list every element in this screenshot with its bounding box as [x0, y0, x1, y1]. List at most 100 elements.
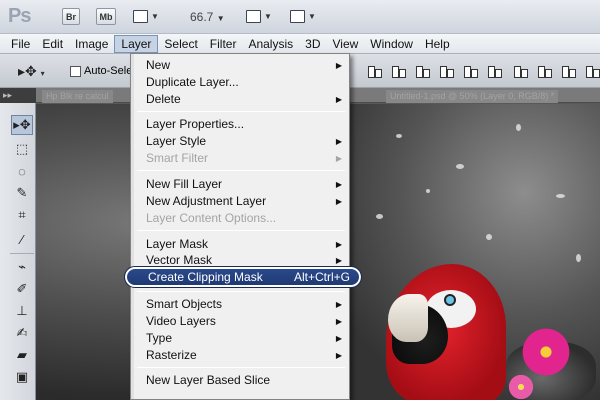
menu-item-new-fill-layer[interactable]: New Fill Layer ▶ — [134, 176, 348, 193]
submenu-arrow-icon: ▶ — [335, 197, 342, 206]
align-buttons — [366, 64, 502, 78]
photoshop-logo: Ps — [8, 5, 31, 27]
gradient-tool[interactable]: ▣ — [11, 367, 33, 387]
menu-item-create-clipping-mask[interactable]: Create Clipping Mask Alt+Ctrl+G — [124, 266, 362, 288]
distribute-center-icon[interactable] — [536, 64, 552, 78]
menu-separator — [137, 111, 345, 112]
quick-select-icon: ✎ — [16, 185, 28, 200]
layer-menu-dropdown: New ▶ Duplicate Layer... Delete ▶ Layer Pr… — [124, 53, 362, 400]
menu-separator — [137, 230, 345, 231]
film-strip-icon — [133, 10, 148, 23]
submenu-arrow-icon: ▶ — [335, 154, 342, 163]
splash-drop — [576, 254, 581, 262]
menu-help[interactable]: Help — [419, 35, 456, 53]
pink-flower-image — [518, 326, 574, 378]
chevron-down-icon: ▾ — [40, 69, 45, 78]
distribute-left-icon[interactable] — [584, 64, 600, 78]
menu-item-new[interactable]: New ▶ — [134, 57, 348, 74]
tool-preset-picker[interactable]: ▸✥ ▾ — [18, 63, 45, 80]
stamp-icon: ⊥ — [16, 303, 28, 318]
crop-icon: ⌗ — [18, 207, 26, 222]
menu-item-new-adjustment-layer[interactable]: New Adjustment Layer ▶ — [134, 193, 348, 210]
brush-icon: ✐ — [16, 281, 28, 296]
splash-drop — [426, 189, 430, 193]
splash-drop — [486, 234, 492, 240]
menu-image[interactable]: Image — [69, 35, 114, 53]
auto-select-checkbox[interactable]: Auto-Selec — [70, 65, 138, 77]
menu-filter[interactable]: Filter — [204, 35, 243, 53]
menu-bar: File Edit Image Layer Select Filter Anal… — [0, 34, 600, 54]
quick-select-tool[interactable]: ✎ — [11, 183, 33, 203]
move-tool[interactable]: ▸✥ — [11, 115, 33, 135]
menu-window[interactable]: Window — [364, 35, 419, 53]
submenu-arrow-icon: ▶ — [335, 95, 342, 104]
menu-3d[interactable]: 3D — [299, 35, 326, 53]
tools-panel: ▸✥ ⬚ ◌ ✎ ⌗ ⁄ ⌁ ✐ ⊥ ✍ ▰ ▣ — [0, 103, 36, 400]
menu-item-rasterize[interactable]: Rasterize ▶ — [134, 347, 348, 364]
menu-layer[interactable]: Layer — [114, 34, 159, 53]
mini-bridge-button[interactable]: Mb — [96, 8, 116, 25]
menu-item-type[interactable]: Type ▶ — [134, 330, 348, 347]
parrot-upper-beak-image — [388, 294, 428, 342]
clone-stamp-tool[interactable]: ⊥ — [11, 301, 33, 321]
marquee-icon: ⬚ — [15, 141, 29, 156]
healing-brush-tool[interactable]: ⌁ — [11, 257, 33, 277]
move-icon: ▸✥ — [18, 63, 37, 79]
eyedropper-icon: ⁄ — [20, 231, 24, 247]
menu-separator — [137, 367, 345, 368]
menu-separator — [137, 291, 345, 292]
menu-item-smart-objects[interactable]: Smart Objects ▶ — [134, 296, 348, 313]
history-brush-tool[interactable]: ✍ — [11, 323, 33, 343]
align-left-icon[interactable] — [438, 64, 454, 78]
submenu-arrow-icon: ▶ — [335, 240, 342, 249]
menu-select[interactable]: Select — [158, 35, 203, 53]
align-right-icon[interactable] — [486, 64, 502, 78]
brush-tool[interactable]: ✐ — [11, 279, 33, 299]
eraser-icon: ▰ — [17, 347, 27, 362]
menu-item-video-layers[interactable]: Video Layers ▶ — [134, 313, 348, 330]
eraser-tool[interactable]: ▰ — [11, 345, 33, 365]
menu-item-layer-style[interactable]: Layer Style ▶ — [134, 133, 348, 150]
splash-drop — [456, 164, 464, 169]
zoom-level[interactable]: 66.7 ▼ — [190, 10, 225, 24]
submenu-arrow-icon: ▶ — [335, 317, 342, 326]
menu-item-layer-content-options: Layer Content Options... — [146, 211, 277, 225]
gradient-icon: ▣ — [15, 369, 29, 384]
distribute-buttons — [512, 64, 600, 78]
marquee-tool[interactable]: ⬚ — [11, 139, 33, 159]
submenu-arrow-icon: ▶ — [335, 180, 342, 189]
menu-item-layer-properties[interactable]: Layer Properties... — [134, 116, 348, 133]
menu-item-new-layer-based-slice[interactable]: New Layer Based Slice — [134, 372, 348, 389]
menu-view[interactable]: View — [326, 35, 364, 53]
crop-tool[interactable]: ⌗ — [11, 205, 33, 225]
splash-drop — [396, 134, 402, 138]
distribute-top-icon[interactable] — [512, 64, 528, 78]
move-icon: ▸✥ — [13, 117, 31, 132]
align-horizontal-center-icon[interactable] — [462, 64, 478, 78]
menu-file[interactable]: File — [5, 35, 36, 53]
bridge-button[interactable]: Br — [62, 8, 80, 25]
eyedropper-tool[interactable]: ⁄ — [11, 229, 33, 249]
menu-analysis[interactable]: Analysis — [242, 35, 299, 53]
checkbox-box — [70, 65, 81, 77]
align-vertical-center-icon[interactable] — [390, 64, 406, 78]
lasso-tool[interactable]: ◌ — [11, 161, 33, 181]
screen-mode-button[interactable]: ▼ — [290, 8, 316, 25]
application-bar: Ps Br Mb ▼ 66.7 ▼ ▼ ▼ — [0, 0, 600, 34]
distribute-bottom-icon[interactable] — [560, 64, 576, 78]
menu-edit[interactable]: Edit — [36, 35, 69, 53]
collapse-panels-button[interactable]: ▸▸ — [0, 88, 36, 103]
menu-item-layer-mask[interactable]: Layer Mask ▶ — [134, 236, 348, 253]
document-tab[interactable]: Untitled-1.psd @ 50% (Layer 0, RGB/8) * — [386, 90, 559, 103]
splash-drop — [516, 124, 521, 131]
document-tab[interactable]: Hp Blk re calcul — [42, 90, 113, 103]
menu-item-duplicate-layer[interactable]: Duplicate Layer... — [134, 74, 348, 91]
lasso-icon: ◌ — [18, 163, 26, 179]
view-extras-button[interactable]: ▼ — [133, 8, 159, 25]
arrange-documents-button[interactable]: ▼ — [246, 8, 272, 25]
shortcut-label: Alt+Ctrl+G — [293, 270, 350, 284]
align-bottom-icon[interactable] — [414, 64, 430, 78]
align-top-icon[interactable] — [366, 64, 382, 78]
submenu-arrow-icon: ▶ — [335, 137, 342, 146]
menu-item-delete[interactable]: Delete ▶ — [134, 91, 348, 108]
